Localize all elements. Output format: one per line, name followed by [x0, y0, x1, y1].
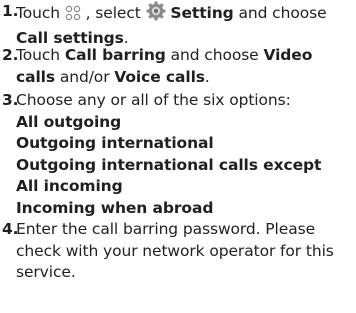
- app-grid-icon: [65, 5, 81, 28]
- step-number: 2.: [2, 46, 19, 64]
- setting-label: Setting: [170, 4, 234, 22]
- step-text-part: Touch: [16, 46, 65, 64]
- option-all-outgoing: All outgoing: [16, 112, 122, 131]
- step-number: 4.: [2, 220, 19, 238]
- call-settings-label: Call settings: [16, 28, 124, 47]
- option-outgoing-international: Outgoing international: [16, 134, 214, 152]
- step-text: Touch Call barring and choose Video call…: [16, 45, 356, 88]
- option-incoming-when-abroad: Incoming when abroad: [16, 198, 214, 217]
- barring-options-list: All outgoing Outgoing international Outg…: [16, 112, 356, 220]
- step-text: Touch , select Setting and choose Call s…: [16, 1, 356, 49]
- voice-calls-label: Voice calls: [114, 67, 205, 86]
- option-all-incoming: All incoming: [16, 177, 123, 195]
- settings-gear-icon: [146, 1, 166, 28]
- step-text-part: and/or: [55, 67, 115, 86]
- step-number: 1.: [2, 2, 19, 20]
- step-text-part: and choose: [165, 46, 264, 64]
- step-text-part: Touch: [16, 4, 65, 22]
- step-1: 1. Touch , select Setting and choose Cal…: [0, 1, 356, 49]
- option-outgoing-international-except: Outgoing international calls except: [16, 155, 322, 174]
- step-text: Choose any or all of the six options:: [16, 90, 356, 112]
- call-barring-label: Call barring: [64, 46, 166, 64]
- step-number: 3.: [2, 91, 19, 109]
- step-text-part: .: [204, 67, 210, 86]
- step-text-part: .: [123, 28, 129, 47]
- step-3: 3. Choose any or all of the six options:…: [0, 90, 356, 219]
- step-text-part: Enter the call barring password. Please …: [16, 220, 334, 281]
- step-2: 2. Touch Call barring and choose Video c…: [0, 45, 356, 88]
- step-4: 4. Enter the call barring password. Plea…: [0, 219, 356, 284]
- step-text-part: Choose any or all of the six options:: [16, 91, 291, 109]
- step-text: Enter the call barring password. Please …: [16, 219, 356, 284]
- step-text-part: and choose: [233, 4, 327, 22]
- step-text-part: , select: [80, 4, 146, 22]
